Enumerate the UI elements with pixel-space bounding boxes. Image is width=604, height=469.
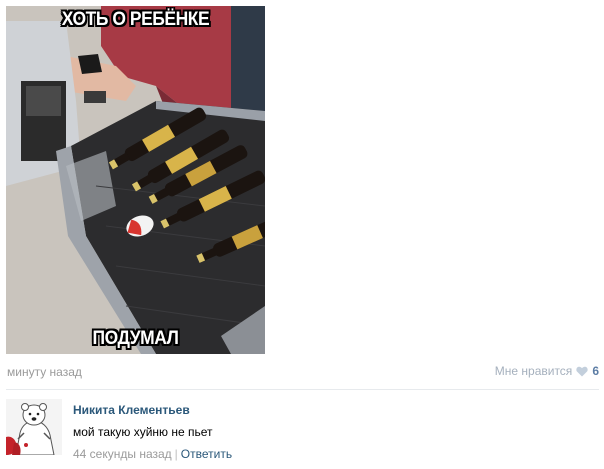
- like-count: 6: [592, 364, 599, 378]
- meme-caption-top: ХОТЬ О РЕБЁНКЕ: [61, 9, 210, 30]
- comment-timestamp[interactable]: 44 секунды назад: [73, 447, 172, 461]
- comment: Никита Клементьев мой такую хуйню не пье…: [6, 398, 599, 464]
- comment-separator: |: [174, 447, 178, 461]
- post-divider: [6, 389, 599, 390]
- post-timestamp[interactable]: минуту назад: [7, 365, 82, 379]
- comment-footer: 44 секунды назад | Ответить: [73, 447, 232, 461]
- comment-author-link[interactable]: Никита Клементьев: [73, 403, 190, 417]
- heart-icon: [576, 366, 588, 376]
- wall-post: ХОТЬ О РЕБЁНКЕ ПОДУМАЛ минуту назад Мне …: [0, 0, 604, 469]
- photo-scene: [6, 6, 265, 354]
- meme-caption-bottom: ПОДУМАЛ: [92, 328, 179, 349]
- post-photo[interactable]: ХОТЬ О РЕБЁНКЕ ПОДУМАЛ: [6, 6, 265, 354]
- post-meta: минуту назад Мне нравится 6: [6, 362, 599, 382]
- like-label: Мне нравится: [494, 364, 573, 378]
- comment-text: мой такую хуйню не пьет: [73, 425, 213, 439]
- reply-link[interactable]: Ответить: [181, 447, 232, 461]
- polar-bear-avatar: [6, 399, 62, 455]
- comment-avatar[interactable]: [6, 399, 62, 455]
- like-button[interactable]: Мне нравится 6: [495, 364, 599, 378]
